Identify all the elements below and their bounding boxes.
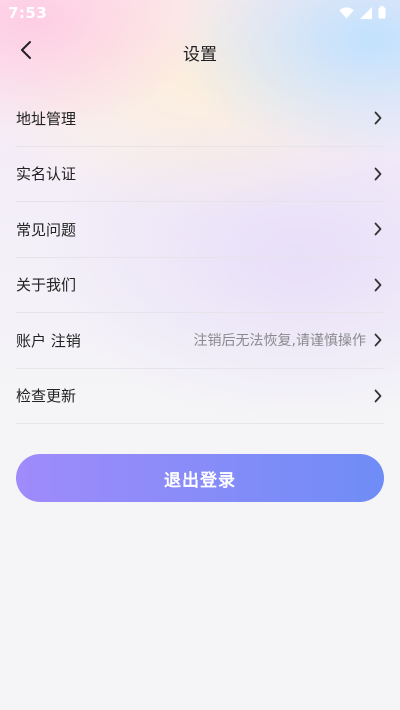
chevron-right-icon <box>372 389 384 403</box>
chevron-right-icon <box>372 167 384 181</box>
row-right <box>372 111 384 125</box>
back-button[interactable] <box>10 36 42 68</box>
settings-item-label: 实名认证 <box>16 165 77 184</box>
row-right: 注销后无法恢复,请谨慎操作 <box>194 330 384 350</box>
settings-item-label: 常见问题 <box>16 220 77 239</box>
status-icons <box>339 4 386 23</box>
wifi-icon <box>339 4 354 23</box>
signal-icon <box>360 4 372 23</box>
battery-icon <box>378 4 386 23</box>
settings-item-label: 检查更新 <box>16 387 77 406</box>
logout-button[interactable]: 退出登录 <box>16 454 384 502</box>
settings-item-delete-account[interactable]: 账户 注销 注销后无法恢复,请谨慎操作 <box>16 313 384 369</box>
settings-item-faq[interactable]: 常见问题 <box>16 202 384 258</box>
settings-item-label: 账户 注销 <box>16 331 81 350</box>
status-time: 7:53 <box>8 4 48 22</box>
row-right <box>372 222 384 236</box>
settings-item-check-update[interactable]: 检查更新 <box>16 369 384 424</box>
delete-account-warning: 注销后无法恢复,请谨慎操作 <box>193 333 366 350</box>
settings-list: 地址管理 实名认证 常见问题 关于我们 账户 注销 注销后无法恢复,请谨慎操作 … <box>16 91 384 424</box>
settings-item-address[interactable]: 地址管理 <box>16 91 384 147</box>
settings-item-about[interactable]: 关于我们 <box>16 258 384 313</box>
settings-item-verification[interactable]: 实名认证 <box>16 147 384 202</box>
chevron-left-icon <box>20 40 32 64</box>
chevron-right-icon <box>372 222 384 236</box>
page-title: 设置 <box>183 44 217 65</box>
settings-item-label: 关于我们 <box>16 276 77 295</box>
chevron-right-icon <box>372 278 384 292</box>
row-right <box>372 278 384 292</box>
chevron-right-icon <box>372 333 384 347</box>
page-header: 设置 <box>0 26 400 78</box>
status-bar: 7:53 <box>0 0 400 26</box>
settings-item-label: 地址管理 <box>16 109 77 128</box>
row-right <box>372 389 384 403</box>
chevron-right-icon <box>372 111 384 125</box>
row-right <box>372 167 384 181</box>
